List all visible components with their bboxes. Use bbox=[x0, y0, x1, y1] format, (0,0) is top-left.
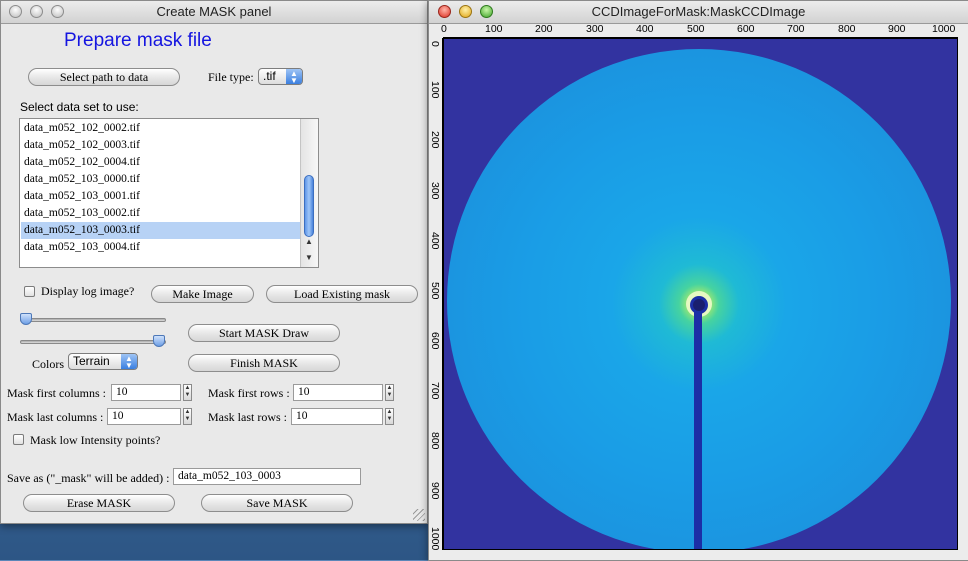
right-titlebar[interactable]: CCDImageForMask:MaskCCDImage bbox=[429, 1, 968, 24]
range-slider-top-knob[interactable] bbox=[20, 313, 32, 325]
colors-label: Colors bbox=[32, 357, 65, 371]
mask-last-rows-label: Mask last rows : bbox=[208, 410, 287, 424]
range-slider-bottom-knob[interactable] bbox=[153, 335, 165, 347]
list-item[interactable]: data_m052_102_0002.tif bbox=[24, 120, 140, 137]
ccd-image[interactable] bbox=[443, 38, 958, 550]
y-tick-label: 200 bbox=[429, 131, 441, 149]
mask-first-rows-stepper[interactable]: ▲ ▼ bbox=[385, 384, 394, 401]
list-item[interactable]: data_m052_103_0000.tif bbox=[24, 171, 140, 188]
x-tick-label: 300 bbox=[586, 23, 604, 35]
dataset-label: Select data set to use: bbox=[20, 100, 139, 114]
mask-first-rows-input[interactable]: 10 bbox=[293, 384, 383, 401]
mask-low-intensity-checkbox[interactable] bbox=[13, 434, 24, 445]
x-tick-label: 400 bbox=[636, 23, 654, 35]
y-tick-label: 100 bbox=[429, 81, 441, 99]
list-item[interactable]: data_m052_102_0003.tif bbox=[24, 137, 140, 154]
mask-ccd-image-window: CCDImageForMask:MaskCCDImage 0 100 200 3… bbox=[428, 0, 968, 561]
dataset-listbox[interactable]: data_m052_102_0002.tif data_m052_102_000… bbox=[19, 118, 319, 268]
y-tick-label: 800 bbox=[429, 432, 441, 450]
mask-last-columns-stepper[interactable]: ▲ ▼ bbox=[183, 408, 192, 425]
erase-mask-button[interactable]: Erase MASK bbox=[23, 494, 175, 512]
display-log-label: Display log image? bbox=[41, 284, 135, 298]
x-tick-label: 100 bbox=[485, 23, 503, 35]
list-item-selected[interactable]: data_m052_103_0003.tif bbox=[21, 222, 301, 239]
save-as-input[interactable]: data_m052_103_0003 bbox=[173, 468, 361, 485]
file-type-select[interactable]: .tif ▲ ▼ bbox=[258, 68, 303, 85]
create-mask-panel-window: Create MASK panel Prepare mask file Sele… bbox=[0, 0, 428, 524]
y-tick-label: 400 bbox=[429, 232, 441, 250]
y-tick-label: 300 bbox=[429, 182, 441, 200]
select-path-button[interactable]: Select path to data bbox=[28, 68, 180, 86]
display-log-checkbox[interactable] bbox=[24, 286, 35, 297]
y-tick-label: 1000 bbox=[429, 527, 441, 551]
list-item[interactable]: data_m052_103_0004.tif bbox=[24, 239, 140, 256]
top-axis-line bbox=[443, 37, 958, 38]
save-as-label: Save as ("_mask" will be added) : bbox=[7, 471, 170, 485]
save-mask-button[interactable]: Save MASK bbox=[201, 494, 353, 512]
panel-heading: Prepare mask file bbox=[64, 30, 212, 51]
y-tick-label: 600 bbox=[429, 332, 441, 350]
ccd-image-svg bbox=[444, 39, 957, 549]
list-item[interactable]: data_m052_103_0001.tif bbox=[24, 188, 140, 205]
x-tick-label: 600 bbox=[737, 23, 755, 35]
popup-arrows-icon: ▲ ▼ bbox=[286, 69, 302, 85]
list-item[interactable]: data_m052_103_0002.tif bbox=[24, 205, 140, 222]
file-type-value: .tif bbox=[263, 69, 276, 83]
y-tick-label: 700 bbox=[429, 382, 441, 400]
window-resize-grip[interactable] bbox=[413, 509, 425, 521]
mask-last-rows-input[interactable]: 10 bbox=[291, 408, 383, 425]
beamstop-center bbox=[693, 299, 705, 311]
scroll-down-arrow-icon[interactable]: ▼ bbox=[301, 253, 317, 262]
mask-last-rows-stepper[interactable]: ▲ ▼ bbox=[385, 408, 394, 425]
scrollbar-thumb[interactable] bbox=[304, 175, 314, 237]
make-image-button[interactable]: Make Image bbox=[151, 285, 254, 303]
list-item[interactable]: data_m052_102_0004.tif bbox=[24, 154, 140, 171]
x-tick-label: 1000 bbox=[932, 23, 956, 35]
mask-first-rows-label: Mask first rows : bbox=[208, 386, 290, 400]
finish-mask-button[interactable]: Finish MASK bbox=[188, 354, 340, 372]
range-slider-top-track[interactable] bbox=[20, 318, 166, 322]
colors-select[interactable]: Terrain ▲ ▼ bbox=[68, 353, 138, 370]
y-tick-label: 900 bbox=[429, 482, 441, 500]
start-mask-draw-button[interactable]: Start MASK Draw bbox=[188, 324, 340, 342]
x-tick-label: 0 bbox=[441, 23, 447, 35]
y-tick-label: 500 bbox=[429, 282, 441, 300]
x-tick-label: 700 bbox=[787, 23, 805, 35]
left-axis-line bbox=[442, 38, 443, 550]
popup-arrows-icon: ▲ ▼ bbox=[121, 354, 137, 370]
list-scrollbar[interactable]: ▲ ▼ bbox=[300, 119, 318, 267]
x-tick-label: 500 bbox=[687, 23, 705, 35]
x-tick-label: 200 bbox=[535, 23, 553, 35]
mask-low-intensity-label: Mask low Intensity points? bbox=[30, 433, 161, 447]
left-titlebar[interactable]: Create MASK panel bbox=[1, 1, 427, 24]
x-tick-label: 900 bbox=[888, 23, 906, 35]
mask-last-columns-label: Mask last columns : bbox=[7, 410, 104, 424]
mask-first-columns-input[interactable]: 10 bbox=[111, 384, 181, 401]
file-type-label: File type: bbox=[208, 70, 254, 84]
mask-first-columns-stepper[interactable]: ▲ ▼ bbox=[183, 384, 192, 401]
mask-last-columns-input[interactable]: 10 bbox=[107, 408, 181, 425]
y-tick-label: 0 bbox=[429, 41, 441, 47]
beamstop-arm bbox=[694, 309, 702, 549]
window-title: Create MASK panel bbox=[156, 4, 272, 19]
x-tick-label: 800 bbox=[838, 23, 856, 35]
range-slider-bottom-track[interactable] bbox=[20, 340, 166, 344]
load-existing-mask-button[interactable]: Load Existing mask bbox=[266, 285, 418, 303]
colors-value: Terrain bbox=[73, 354, 110, 368]
mask-first-columns-label: Mask first columns : bbox=[7, 386, 106, 400]
window-title: CCDImageForMask:MaskCCDImage bbox=[591, 4, 806, 19]
scroll-up-arrow-icon[interactable]: ▲ bbox=[301, 237, 317, 246]
